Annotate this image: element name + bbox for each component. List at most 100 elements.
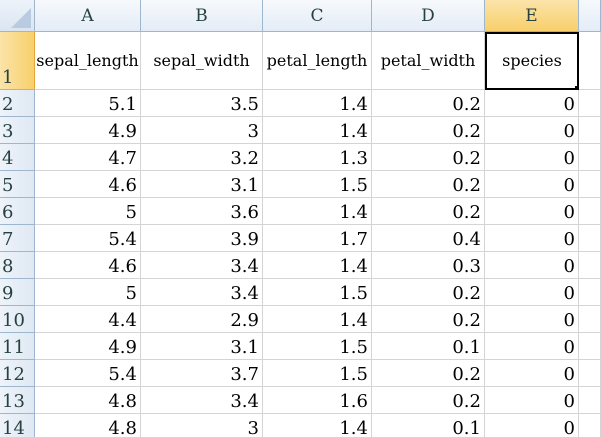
cell[interactable]: 0 <box>485 144 579 171</box>
cell[interactable] <box>579 306 601 333</box>
cell[interactable]: 0 <box>485 252 579 279</box>
row-header[interactable]: 14 <box>0 414 35 437</box>
cell[interactable]: 0.2 <box>372 90 485 117</box>
cell[interactable]: 1.4 <box>263 252 372 279</box>
cell[interactable] <box>579 333 601 360</box>
cell[interactable] <box>579 387 601 414</box>
cell[interactable]: 0 <box>485 279 579 306</box>
cell[interactable]: petal_length <box>263 32 372 90</box>
cell[interactable]: 3.2 <box>141 144 263 171</box>
column-header-e[interactable]: E <box>485 0 579 32</box>
cell[interactable]: 3 <box>141 414 263 437</box>
fill-handle[interactable] <box>574 85 577 88</box>
cell[interactable]: 3.1 <box>141 333 263 360</box>
cell[interactable]: sepal_width <box>141 32 263 90</box>
column-header-d[interactable]: D <box>372 0 485 32</box>
cell[interactable]: 1.6 <box>263 387 372 414</box>
row-header[interactable]: 3 <box>0 117 35 144</box>
cell[interactable]: 4.6 <box>35 171 141 198</box>
cell[interactable]: 0 <box>485 387 579 414</box>
cell[interactable] <box>579 360 601 387</box>
spreadsheet[interactable]: A B C D E 1 sepal_length sepal_width pet… <box>0 0 601 437</box>
cell[interactable]: 0 <box>485 225 579 252</box>
cell[interactable]: 0.2 <box>372 387 485 414</box>
cell[interactable]: 0 <box>485 360 579 387</box>
row-header[interactable]: 11 <box>0 333 35 360</box>
cell[interactable] <box>579 144 601 171</box>
cell[interactable]: 1.5 <box>263 360 372 387</box>
cell[interactable]: 1.5 <box>263 171 372 198</box>
row-header[interactable]: 4 <box>0 144 35 171</box>
cell[interactable]: 0 <box>485 333 579 360</box>
cell[interactable]: 5.4 <box>35 225 141 252</box>
cell[interactable]: 0.2 <box>372 171 485 198</box>
cell[interactable]: 4.4 <box>35 306 141 333</box>
row-header[interactable]: 10 <box>0 306 35 333</box>
cell[interactable]: sepal_length <box>35 32 141 90</box>
cell[interactable]: 3.4 <box>141 279 263 306</box>
cell[interactable]: 2.9 <box>141 306 263 333</box>
cell[interactable]: 1.5 <box>263 333 372 360</box>
cell[interactable] <box>579 225 601 252</box>
cell[interactable]: 4.9 <box>35 117 141 144</box>
cell[interactable] <box>579 32 601 90</box>
cell[interactable] <box>579 252 601 279</box>
cell[interactable]: 3.9 <box>141 225 263 252</box>
cell[interactable]: 1.4 <box>263 117 372 144</box>
row-header[interactable]: 12 <box>0 360 35 387</box>
cell[interactable]: 3.4 <box>141 387 263 414</box>
cell[interactable]: 5.4 <box>35 360 141 387</box>
cell[interactable]: 1.7 <box>263 225 372 252</box>
row-header[interactable]: 1 <box>0 32 35 90</box>
row-header[interactable]: 5 <box>0 171 35 198</box>
row-header[interactable]: 13 <box>0 387 35 414</box>
row-header[interactable]: 9 <box>0 279 35 306</box>
cell[interactable]: 0.1 <box>372 333 485 360</box>
cell[interactable]: 5 <box>35 198 141 225</box>
cell[interactable]: 1.4 <box>263 414 372 437</box>
cell[interactable] <box>579 171 601 198</box>
cell[interactable]: 5.1 <box>35 90 141 117</box>
cell[interactable] <box>579 414 601 437</box>
cell[interactable]: 4.7 <box>35 144 141 171</box>
cell[interactable]: 0 <box>485 117 579 144</box>
cell[interactable]: 0.2 <box>372 198 485 225</box>
cell[interactable]: 3 <box>141 117 263 144</box>
cell[interactable]: 0.2 <box>372 117 485 144</box>
cell[interactable]: 0 <box>485 198 579 225</box>
column-header-c[interactable]: C <box>263 0 372 32</box>
cell[interactable]: 0.2 <box>372 144 485 171</box>
cell[interactable]: 3.5 <box>141 90 263 117</box>
cell[interactable]: 4.9 <box>35 333 141 360</box>
cell[interactable]: 0 <box>485 90 579 117</box>
cell[interactable]: 3.6 <box>141 198 263 225</box>
cell[interactable]: 0 <box>485 171 579 198</box>
cell[interactable]: 0.1 <box>372 414 485 437</box>
cell[interactable]: 1.4 <box>263 198 372 225</box>
cell[interactable]: 0.3 <box>372 252 485 279</box>
cell[interactable]: petal_width <box>372 32 485 90</box>
cell[interactable]: 1.5 <box>263 279 372 306</box>
cell[interactable] <box>579 279 601 306</box>
cell[interactable]: 3.4 <box>141 252 263 279</box>
cell[interactable]: 4.8 <box>35 414 141 437</box>
cell[interactable]: 3.1 <box>141 171 263 198</box>
active-cell[interactable]: species <box>485 32 579 90</box>
cell[interactable]: 0.2 <box>372 360 485 387</box>
cell[interactable] <box>579 90 601 117</box>
cell[interactable]: 0.2 <box>372 279 485 306</box>
row-header[interactable]: 8 <box>0 252 35 279</box>
cell[interactable]: 0.4 <box>372 225 485 252</box>
cell[interactable]: 0.2 <box>372 306 485 333</box>
cell[interactable]: 1.3 <box>263 144 372 171</box>
row-header[interactable]: 6 <box>0 198 35 225</box>
cell[interactable]: 1.4 <box>263 306 372 333</box>
cell[interactable]: 3.7 <box>141 360 263 387</box>
row-header[interactable]: 7 <box>0 225 35 252</box>
cell[interactable]: 5 <box>35 279 141 306</box>
cell[interactable]: 0 <box>485 414 579 437</box>
cell[interactable] <box>579 117 601 144</box>
cell[interactable]: 1.4 <box>263 90 372 117</box>
column-header-b[interactable]: B <box>141 0 263 32</box>
select-all-button[interactable] <box>0 0 35 32</box>
